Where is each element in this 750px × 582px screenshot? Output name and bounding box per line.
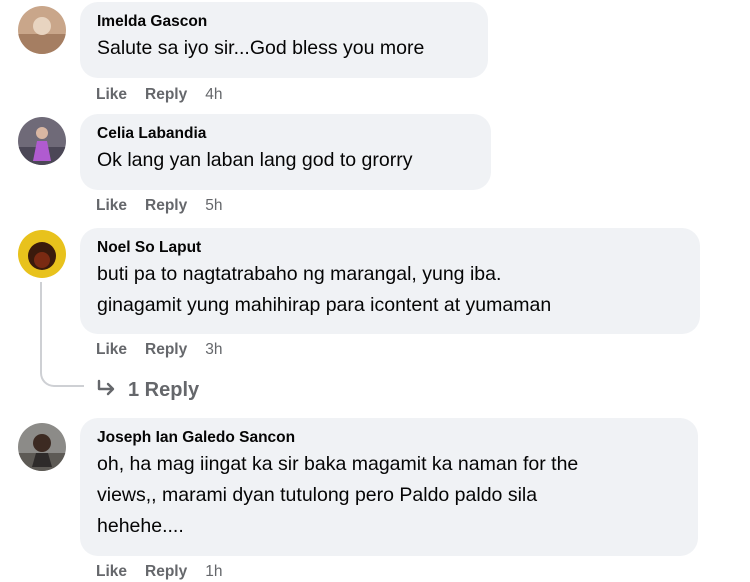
reply-button[interactable]: Reply (145, 85, 187, 105)
comment-author[interactable]: Imelda Gascon (97, 11, 473, 33)
comment-timestamp[interactable]: 1h (205, 562, 222, 582)
reply-button[interactable]: Reply (145, 562, 187, 582)
comment-timestamp[interactable]: 4h (205, 85, 222, 105)
comment-actions: Like Reply 3h (96, 340, 222, 360)
comment-text-line: buti pa to nagtatrabaho ng marangal, yun… (97, 263, 502, 285)
comment-author[interactable]: Noel So Laput (97, 237, 685, 259)
reply-button[interactable]: Reply (145, 196, 187, 216)
comment-text: Salute sa iyo sir...God bless you more (97, 37, 425, 59)
replies-count-label: 1 Reply (128, 379, 200, 401)
avatar[interactable] (18, 423, 66, 471)
view-replies-link[interactable]: 1 Reply (96, 376, 199, 404)
comment-text: Ok lang yan laban lang god to grorry (97, 149, 413, 171)
like-button[interactable]: Like (96, 85, 127, 105)
avatar[interactable] (18, 6, 66, 54)
like-button[interactable]: Like (96, 562, 127, 582)
avatar[interactable] (18, 230, 66, 278)
reply-button[interactable]: Reply (145, 340, 187, 360)
comment-bubble: Celia Labandia Ok lang yan laban lang go… (80, 114, 491, 190)
like-button[interactable]: Like (96, 196, 127, 216)
comment-text-line: hehehe.... (97, 515, 184, 537)
like-button[interactable]: Like (96, 340, 127, 360)
comment-text-line: ginagamit yung mahihirap para icontent a… (97, 294, 552, 316)
comment-actions: Like Reply 5h (96, 196, 222, 216)
comment-timestamp[interactable]: 5h (205, 196, 222, 216)
comment-timestamp[interactable]: 3h (205, 340, 222, 360)
comment-bubble: Noel So Laput buti pa to nagtatrabaho ng… (80, 228, 700, 334)
comment-author[interactable]: Celia Labandia (97, 123, 476, 145)
avatar[interactable] (18, 117, 66, 165)
reply-arrow-icon (96, 378, 118, 398)
comment-text-line: views,, marami dyan tutulong pero Paldo … (97, 484, 538, 506)
comment-text-line: oh, ha mag iingat ka sir baka magamit ka… (97, 453, 579, 475)
comment-author[interactable]: Joseph Ian Galedo Sancon (97, 427, 683, 449)
comment-bubble: Joseph Ian Galedo Sancon oh, ha mag iing… (80, 418, 698, 556)
comment-bubble: Imelda Gascon Salute sa iyo sir...God bl… (80, 2, 488, 78)
comment-actions: Like Reply 1h (96, 562, 222, 582)
comment-actions: Like Reply 4h (96, 85, 222, 105)
thread-connector (40, 282, 84, 387)
